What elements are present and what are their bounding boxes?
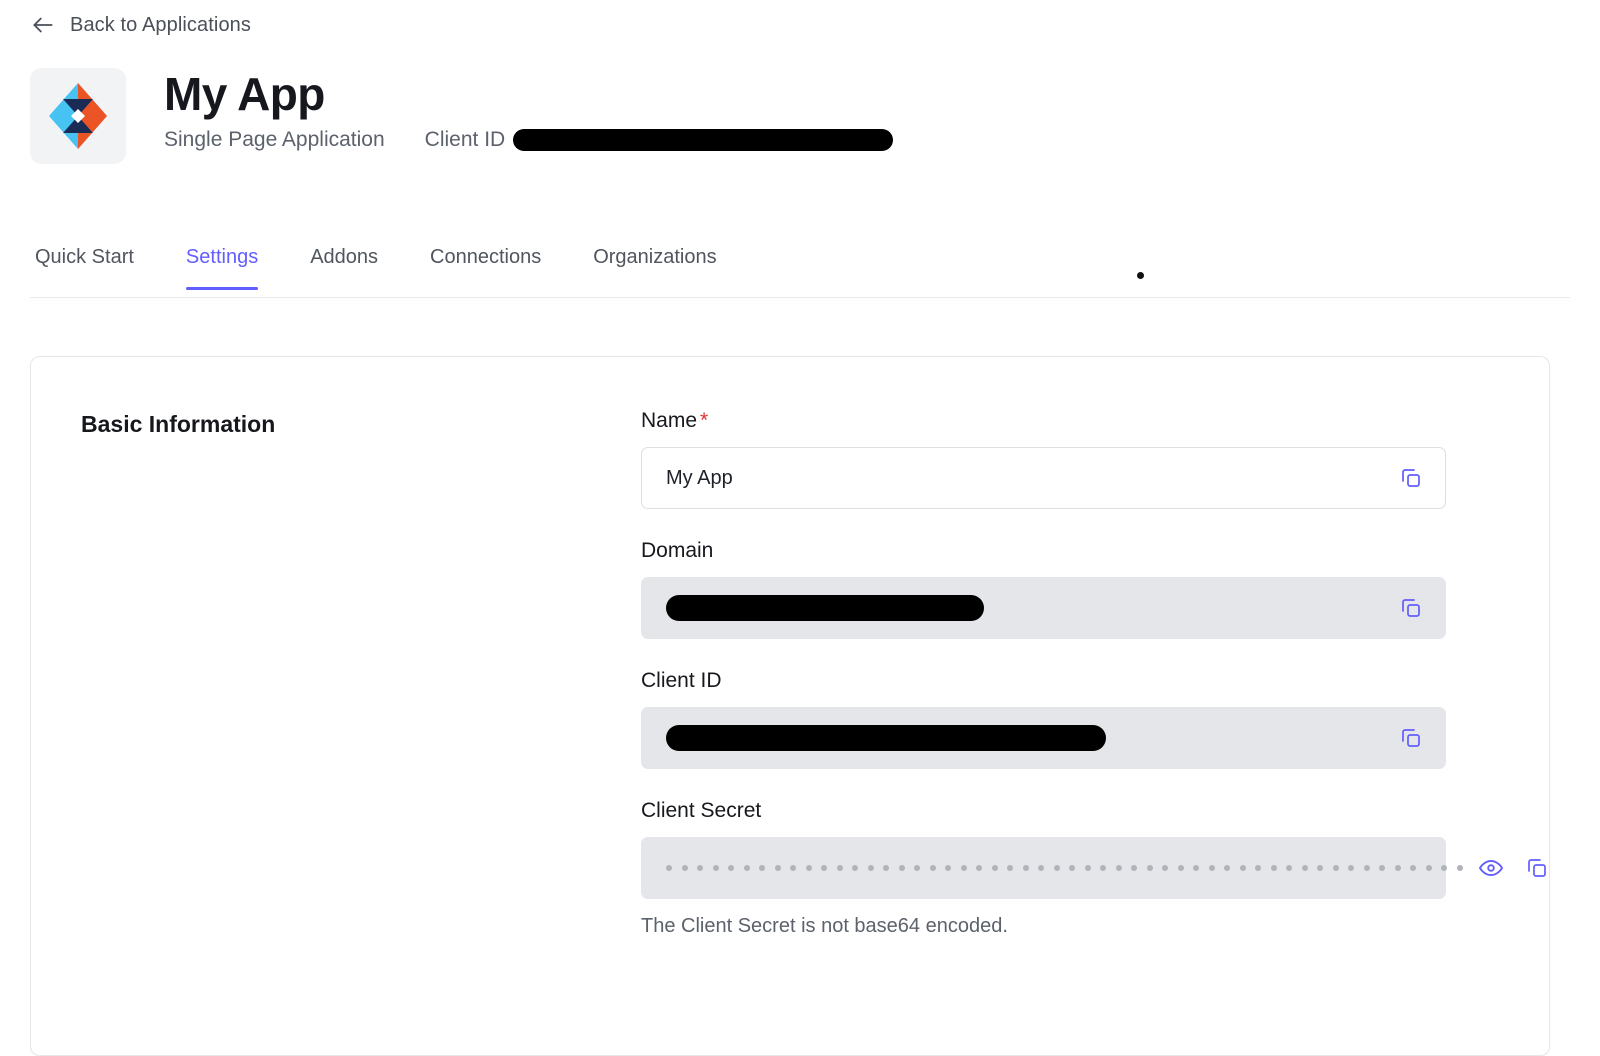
- section-title-basic-information: Basic Information: [81, 411, 276, 437]
- auth0-diamond-logo-icon: [45, 79, 111, 153]
- field-domain-label: Domain: [641, 539, 714, 562]
- mask-dot: [836, 865, 843, 871]
- mask-dot: [960, 865, 967, 871]
- mask-dot: [1162, 865, 1168, 871]
- mask-dot: [1425, 865, 1432, 871]
- settings-tab-bar: Quick Start Settings Addons Connections Orga…: [30, 236, 1570, 298]
- client-secret-helper-text: The Client Secret is not base64 encoded.: [641, 915, 1008, 937]
- name-input-shell[interactable]: [641, 447, 1446, 509]
- mask-dot: [1441, 865, 1447, 871]
- mask-dot: [1053, 865, 1060, 871]
- mask-dot: [852, 865, 858, 871]
- field-domain: Domain: [641, 539, 1446, 639]
- mask-dot: [1146, 865, 1153, 871]
- mask-dot: [1084, 865, 1091, 871]
- field-client-secret-label: Client Secret: [641, 799, 762, 822]
- mask-dot: [1007, 865, 1013, 871]
- tab-addons[interactable]: Addons: [310, 236, 378, 289]
- mask-dot: [1317, 865, 1323, 871]
- mask-dot: [1224, 865, 1230, 871]
- mask-dot: [883, 865, 889, 871]
- mask-dot: [759, 865, 765, 871]
- field-client-id: Client ID: [641, 669, 1446, 769]
- mask-dot: [1038, 865, 1044, 871]
- tab-organizations[interactable]: Organizations: [593, 236, 716, 289]
- mask-dot: [1100, 865, 1106, 871]
- mask-dot: [898, 865, 905, 871]
- tab-settings[interactable]: Settings: [185, 236, 259, 290]
- domain-redacted-value: [666, 595, 984, 621]
- domain-input-shell[interactable]: [641, 577, 1446, 639]
- mask-dot: [1379, 865, 1385, 871]
- mask-dot: [805, 865, 812, 871]
- mask-dot: [1022, 865, 1029, 871]
- application-logo-tile: [30, 68, 126, 164]
- mask-dot: [1208, 865, 1215, 871]
- mask-dot: [945, 865, 951, 871]
- mask-dot: [1348, 865, 1354, 871]
- mask-dot: [867, 865, 874, 871]
- field-name: Name *: [641, 409, 1446, 509]
- copy-icon[interactable]: [1397, 594, 1425, 622]
- back-to-applications-link[interactable]: Back to Applications: [30, 12, 251, 38]
- header-client-id: Client ID: [425, 128, 894, 152]
- mask-dot: [1410, 865, 1416, 871]
- mask-dot: [1301, 865, 1308, 871]
- page-title: My App: [164, 68, 325, 120]
- header-client-id-label: Client ID: [424, 128, 506, 152]
- back-link-label: Back to Applications: [70, 13, 251, 36]
- client-id-redacted-value: [666, 725, 1106, 751]
- mask-dot: [914, 865, 920, 871]
- required-asterisk: *: [700, 409, 709, 432]
- mask-dot: [666, 865, 672, 871]
- mask-dot: [697, 865, 703, 871]
- client-secret-input-shell[interactable]: [641, 837, 1546, 899]
- copy-icon[interactable]: [1523, 854, 1551, 882]
- client-secret-masked-value: [666, 838, 1463, 898]
- cursor-artifact-dot: [1137, 272, 1144, 279]
- client-id-input-shell[interactable]: [641, 707, 1446, 769]
- mask-dot: [1363, 865, 1370, 871]
- mask-dot: [1286, 865, 1292, 871]
- mask-dot: [743, 865, 750, 871]
- mask-dot: [1270, 865, 1277, 871]
- mask-dot: [976, 865, 982, 871]
- copy-icon[interactable]: [1397, 724, 1425, 752]
- application-type-label: Single Page Application: [164, 128, 385, 152]
- field-client-id-label: Client ID: [641, 669, 722, 692]
- mask-dot: [1069, 865, 1075, 871]
- mask-dot: [1394, 865, 1401, 871]
- mask-dot: [728, 865, 734, 871]
- application-header: My App Single Page Application Client ID: [30, 68, 894, 164]
- field-name-label: Name *: [641, 409, 709, 432]
- mask-dot: [681, 865, 688, 871]
- copy-icon[interactable]: [1397, 464, 1425, 492]
- mask-dot: [1131, 865, 1137, 871]
- mask-dot: [929, 865, 936, 871]
- mask-dot: [1255, 865, 1261, 871]
- tab-connections[interactable]: Connections: [430, 236, 541, 289]
- mask-dot: [1115, 865, 1122, 871]
- eye-icon[interactable]: [1477, 854, 1505, 882]
- mask-dot: [790, 865, 796, 871]
- mask-dot: [712, 865, 719, 871]
- header-client-id-redacted-value: [513, 129, 894, 152]
- mask-dot: [821, 865, 827, 871]
- mask-dot: [1177, 865, 1184, 871]
- mask-dot: [774, 865, 781, 871]
- name-input[interactable]: [666, 466, 1383, 490]
- field-client-secret: Client Secret The Client Secret is not b…: [641, 799, 1546, 938]
- mask-dot: [1332, 865, 1339, 871]
- arrow-left-icon: [30, 12, 56, 38]
- basic-information-card: Basic Information Name * My App Domain C…: [30, 356, 1550, 1056]
- tab-quick-start[interactable]: Quick Start: [35, 236, 134, 289]
- mask-dot: [991, 865, 998, 871]
- mask-dot: [1193, 865, 1199, 871]
- mask-dot: [1239, 865, 1246, 871]
